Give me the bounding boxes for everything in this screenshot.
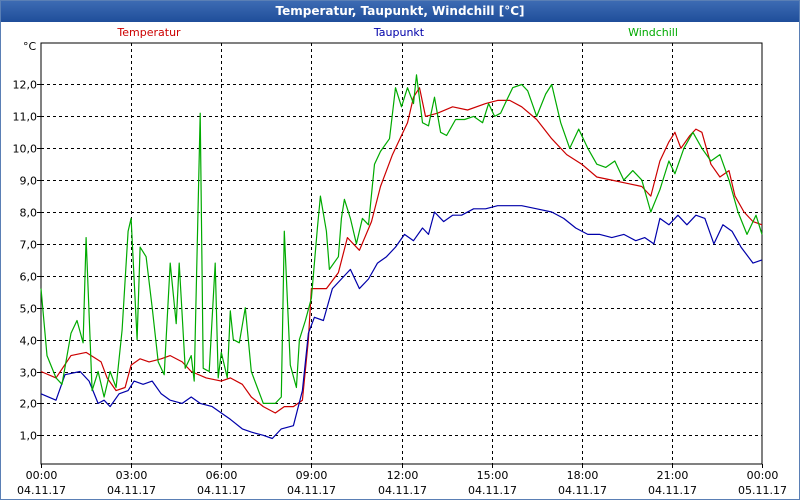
x-tick-time: 06:00 [206, 469, 238, 482]
x-tick-time: 00:00 [747, 469, 779, 482]
y-tick-label: 6,0 [20, 271, 38, 284]
x-tick-date: 04.11.17 [648, 484, 697, 497]
x-tick-date: 04.11.17 [468, 484, 517, 497]
chart-window: Temperatur, Taupunkt, Windchill [°C] 1,0… [0, 0, 800, 500]
x-tick-date: 04.11.17 [558, 484, 607, 497]
y-tick-label: 12,0 [13, 79, 38, 92]
y-tick-label: 5,0 [20, 303, 38, 316]
x-tick-date: 04.11.17 [378, 484, 427, 497]
y-tick-label: 1,0 [20, 430, 38, 443]
x-tick-time: 21:00 [657, 469, 689, 482]
y-axis-label: °C [23, 40, 37, 53]
x-tick-time: 12:00 [387, 469, 419, 482]
y-tick-label: 3,0 [20, 367, 38, 380]
x-tick-time: 00:00 [26, 469, 58, 482]
legend-entry: Taupunkt [373, 26, 425, 39]
legend-entry: Temperatur [116, 26, 181, 39]
x-tick-date: 04.11.17 [287, 484, 336, 497]
y-tick-label: 9,0 [20, 175, 38, 188]
y-tick-label: 2,0 [20, 398, 38, 411]
y-tick-label: 8,0 [20, 207, 38, 220]
y-tick-label: 10,0 [13, 143, 38, 156]
legend-entry: Windchill [628, 26, 678, 39]
x-tick-time: 03:00 [116, 469, 148, 482]
x-tick-date: 04.11.17 [197, 484, 246, 497]
y-tick-label: 4,0 [20, 335, 38, 348]
x-tick-date: 04.11.17 [107, 484, 156, 497]
y-tick-label: 7,0 [20, 239, 38, 252]
y-tick-label: 11,0 [13, 111, 38, 124]
line-chart: 1,0 2,0 3,0 4,0 5,0 6,0 7,0 8,0 9,0 10,0 11,0 12,0 °… [13, 26, 787, 497]
x-tick-date: 05.11.17 [738, 484, 787, 497]
x-tick-time: 18:00 [567, 469, 599, 482]
x-tick-time: 09:00 [296, 469, 328, 482]
x-tick-date: 04.11.17 [17, 484, 66, 497]
x-tick-time: 15:00 [477, 469, 509, 482]
